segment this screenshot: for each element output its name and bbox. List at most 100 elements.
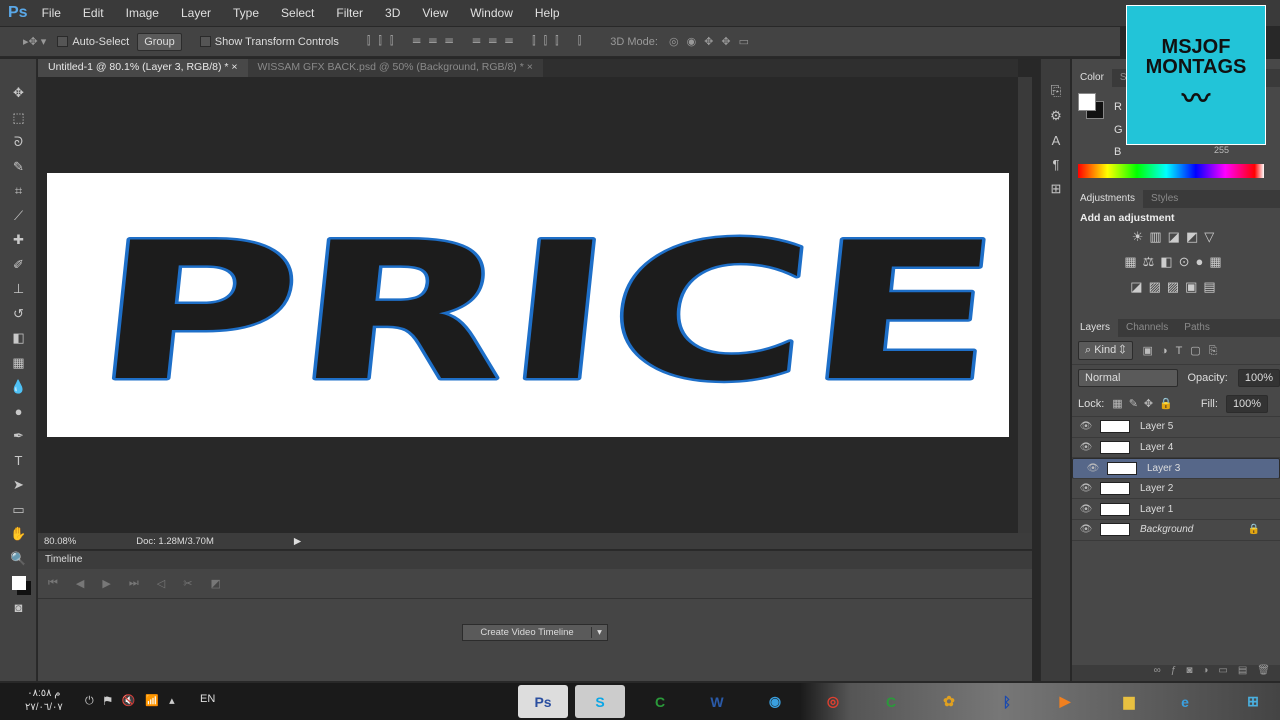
taskbar-explorer-icon[interactable]: ▆ (1104, 685, 1154, 718)
prev-frame-icon[interactable]: ◀ (76, 577, 84, 590)
split-icon[interactable]: ✂ (183, 577, 192, 590)
filter-icons[interactable]: ▣◑T▢⎘ (1143, 344, 1226, 358)
menu-3d[interactable]: 3D (385, 6, 400, 20)
taskbar-ie-icon[interactable]: e (1160, 685, 1210, 718)
layer-row[interactable]: 👁 Layer 5 (1072, 417, 1280, 438)
quick-select-tool-icon[interactable]: ✎ (0, 155, 37, 180)
taskbar-bluetooth-icon[interactable]: ᛒ (982, 685, 1032, 718)
tab-styles[interactable]: Styles (1143, 190, 1186, 208)
group-select[interactable]: Group (137, 32, 182, 51)
taskbar-camtasia-icon[interactable]: C (635, 685, 685, 718)
b-value[interactable]: 255 (1214, 145, 1229, 155)
menu-image[interactable]: Image (126, 6, 159, 20)
start-button[interactable]: ⊞ (1228, 685, 1278, 718)
status-menu-arrow-icon[interactable]: ▶ (294, 536, 301, 547)
zoom-level[interactable]: 80.08% (44, 536, 76, 547)
color-swatches-icon[interactable] (0, 571, 37, 596)
taskbar-skype[interactable]: S (575, 685, 625, 718)
show-transform-checkbox[interactable]: Show Transform Controls (199, 36, 339, 48)
pen-tool-icon[interactable]: ✒ (0, 424, 37, 449)
menu-type[interactable]: Type (233, 6, 259, 20)
eye-icon[interactable]: 👁 (1072, 421, 1100, 432)
menu-select[interactable]: Select (281, 6, 314, 20)
dodge-tool-icon[interactable]: ● (0, 400, 37, 425)
tool-presets-icon[interactable]: ⊞ (1041, 177, 1071, 202)
eyedropper-tool-icon[interactable]: ⟋ (0, 204, 37, 229)
tray-icons[interactable]: ⏻⚑🔇📶▴ (85, 694, 185, 708)
audio-icon[interactable]: ◁ (157, 577, 165, 590)
hand-tool-icon[interactable]: ✋ (0, 522, 37, 547)
menu-window[interactable]: Window (470, 6, 513, 20)
zoom-tool-icon[interactable]: 🔍 (0, 547, 37, 572)
fill-input[interactable]: 100% (1225, 394, 1269, 413)
eye-icon[interactable]: 👁 (1072, 483, 1100, 494)
taskbar-paint-icon[interactable]: ✿ (924, 685, 974, 718)
menu-edit[interactable]: Edit (83, 6, 104, 20)
play-icon[interactable]: ▶ (102, 577, 110, 590)
layer-actions-bar[interactable]: ∞ƒ◙◑▭▤🗑 (1072, 665, 1280, 681)
color-spectrum[interactable] (1078, 164, 1264, 178)
lasso-tool-icon[interactable]: ᘐ (0, 130, 37, 155)
quick-mask-icon[interactable]: ◙ (0, 596, 37, 621)
layer-row[interactable]: 👁 Layer 1 (1072, 499, 1280, 520)
history-brush-icon[interactable]: ↺ (0, 302, 37, 327)
gradient-tool-icon[interactable]: ▦ (0, 351, 37, 376)
marquee-tool-icon[interactable]: ⬚ (0, 106, 37, 131)
history-icon[interactable]: ⎘ (1041, 79, 1071, 104)
close-icon[interactable]: × (527, 61, 533, 73)
properties-icon[interactable]: ⚙ (1041, 104, 1071, 129)
next-frame-icon[interactable]: ⏭ (129, 577, 139, 590)
clock[interactable]: م ٠٨:٥٨ ٢٧/٠٦/٠٧ (25, 687, 63, 715)
shape-tool-icon[interactable]: ▭ (0, 498, 37, 523)
menu-layer[interactable]: Layer (181, 6, 211, 20)
taskbar-camtasia2-icon[interactable]: C (866, 685, 916, 718)
tab-paths[interactable]: Paths (1176, 319, 1218, 337)
crop-tool-icon[interactable]: ⌗ (0, 179, 37, 204)
foreground-color-swatch[interactable] (1078, 93, 1096, 111)
align-icons[interactable]: ⫿⫿⫿ ☰☰☰ ☰☰☰ ⫿⫿⫿ ⫿ (367, 35, 589, 48)
taskbar-media-icon[interactable]: ◉ (750, 685, 800, 718)
auto-select-checkbox[interactable]: Auto-Select (57, 36, 129, 48)
tab-channels[interactable]: Channels (1118, 319, 1176, 337)
price-text[interactable]: PRICE (83, 199, 1011, 425)
eraser-tool-icon[interactable]: ◧ (0, 326, 37, 351)
move-tool-icon[interactable]: ▸✥ ▾ (23, 35, 46, 48)
eye-icon[interactable]: 👁 (1079, 463, 1107, 474)
layer-filter-select[interactable]: ⌕ Kind ⇕ (1078, 341, 1133, 360)
lock-icons[interactable]: ▦✎✥🔒 (1112, 397, 1179, 410)
transition-icon[interactable]: ◩ (210, 577, 220, 590)
menu-filter[interactable]: Filter (336, 6, 363, 20)
character-icon[interactable]: A (1041, 128, 1071, 153)
document-canvas[interactable]: PRICE (47, 173, 1012, 437)
tab-color[interactable]: Color (1072, 69, 1112, 87)
taskbar-player-icon[interactable]: ▶ (1040, 685, 1090, 718)
first-frame-icon[interactable]: ⏮ (48, 577, 58, 590)
taskbar-photoshop[interactable]: Ps (518, 685, 568, 718)
type-tool-icon[interactable]: T (0, 449, 37, 474)
eye-icon[interactable]: 👁 (1072, 524, 1100, 535)
tab-untitled-1[interactable]: Untitled-1 @ 80.1% (Layer 3, RGB/8) * × (38, 59, 248, 77)
move-tool-icon[interactable]: ✥ (0, 81, 37, 106)
menu-view[interactable]: View (422, 6, 448, 20)
layer-row[interactable]: 👁 Layer 4 (1072, 438, 1280, 459)
3d-mode-icons[interactable]: ◎◉✥✥▭ (669, 35, 757, 48)
layer-row[interactable]: 👁 Layer 2 (1072, 479, 1280, 500)
taskbar-chrome-icon[interactable]: ◎ (808, 685, 858, 718)
blur-tool-icon[interactable]: 💧 (0, 375, 37, 400)
paragraph-icon[interactable]: ¶ (1041, 153, 1071, 178)
taskbar-word-icon[interactable]: W (692, 685, 742, 718)
dropdown-arrow-icon[interactable]: ▾ (591, 627, 607, 638)
language-indicator[interactable]: EN (200, 693, 215, 705)
tab-layers[interactable]: Layers (1072, 319, 1119, 337)
menu-file[interactable]: File (42, 6, 61, 20)
menu-help[interactable]: Help (535, 6, 560, 20)
blend-mode-select[interactable]: Normal (1078, 369, 1178, 387)
adjustment-icons[interactable]: ☀▥◪◩▽ ▦⚖◧⊙●▦ ◪▨▨▣▤ (1080, 224, 1272, 299)
create-video-timeline-button[interactable]: Create Video Timeline ▾ (462, 624, 608, 641)
layer-row-background[interactable]: 👁 Background 🔒 (1072, 520, 1280, 541)
vertical-scrollbar[interactable] (1018, 77, 1032, 533)
tab-adjustments[interactable]: Adjustments (1072, 190, 1144, 208)
path-select-icon[interactable]: ➤ (0, 473, 37, 498)
opacity-input[interactable]: 100% (1237, 369, 1280, 387)
healing-brush-icon[interactable]: ✚ (0, 228, 37, 253)
